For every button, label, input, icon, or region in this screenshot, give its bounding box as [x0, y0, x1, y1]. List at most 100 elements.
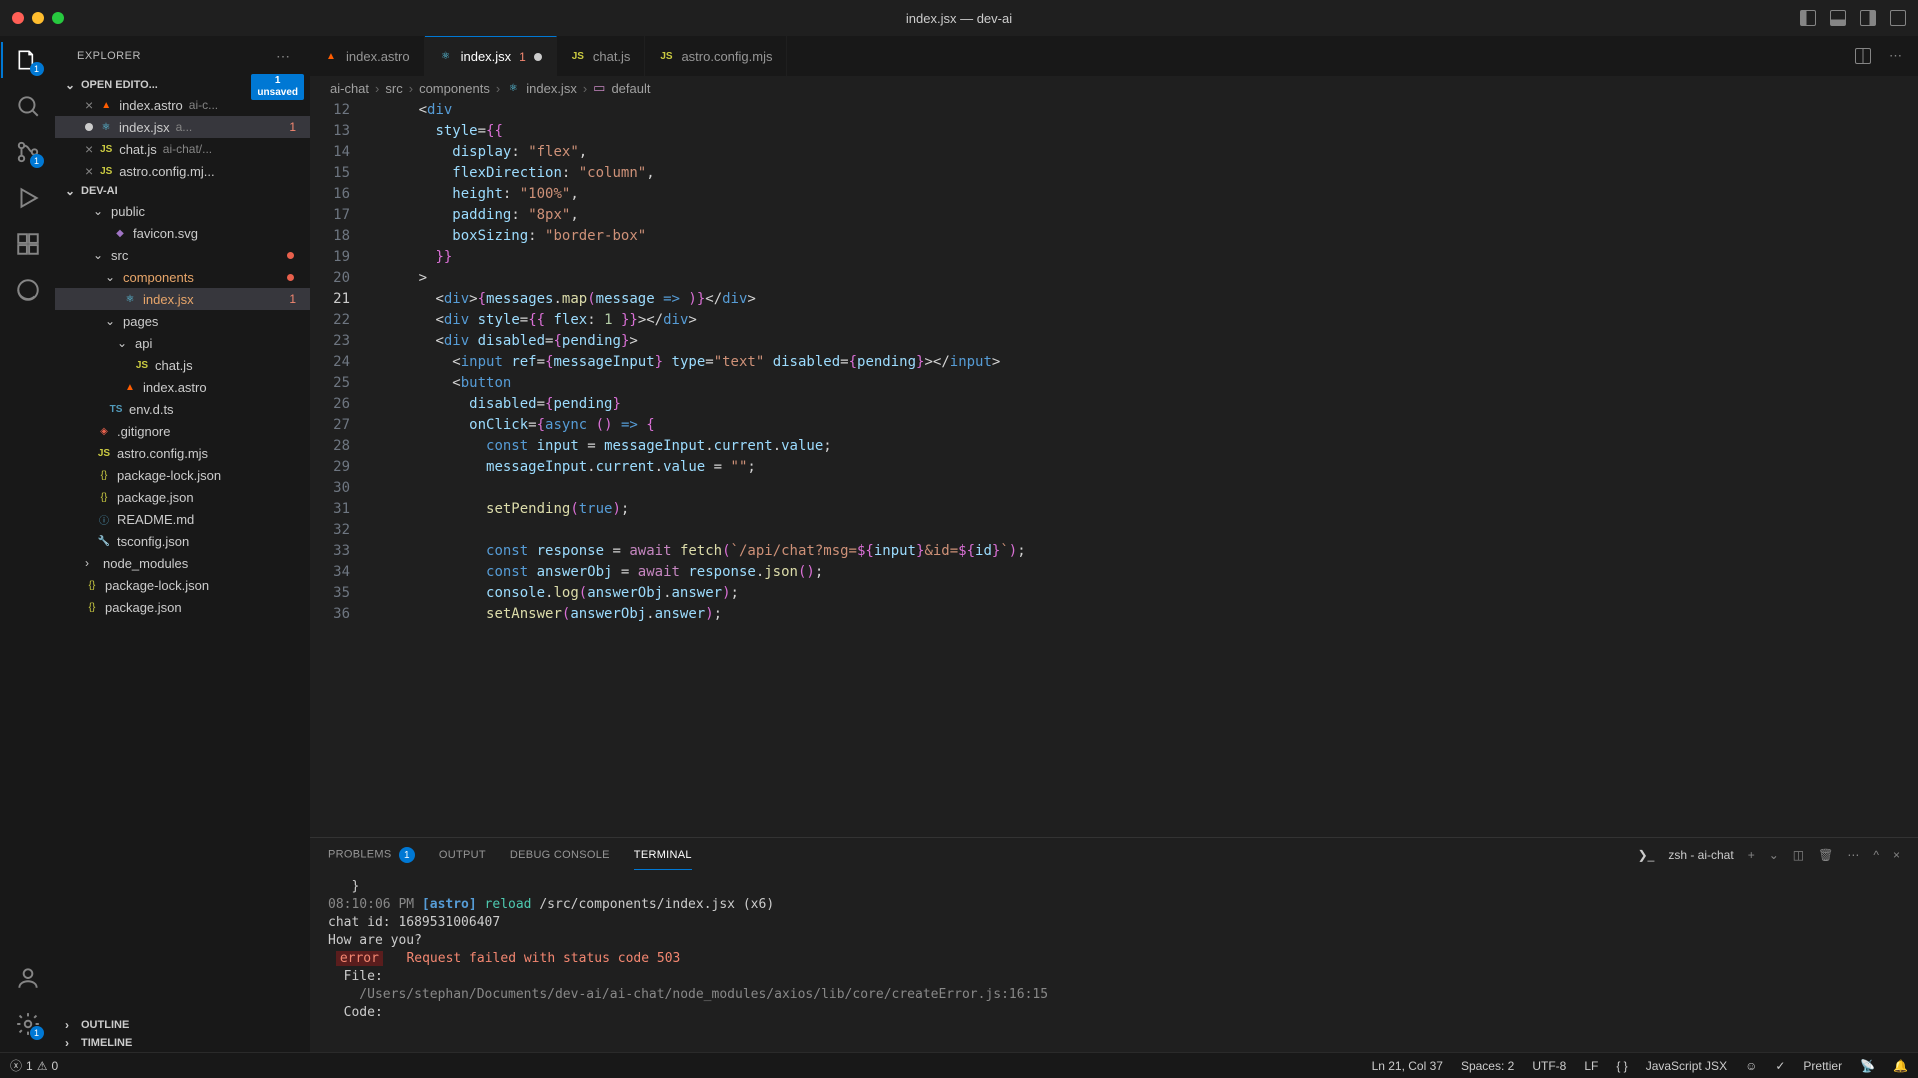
tab-label: index.jsx	[461, 49, 512, 64]
editor-more-icon[interactable]: ⋯	[1889, 48, 1904, 64]
run-debug-icon[interactable]	[14, 184, 42, 212]
tab-chat-js[interactable]: JS chat.js	[557, 36, 646, 76]
terminal-output[interactable]: } 08:10:06 PM [astro] reload /src/compon…	[310, 872, 1918, 1052]
status-copilot-icon[interactable]: ☺	[1745, 1059, 1757, 1073]
toggle-panel-icon[interactable]	[1830, 10, 1846, 26]
file-path-tail: a...	[176, 120, 193, 134]
tree-tsconfig[interactable]: 🔧tsconfig.json	[55, 530, 310, 552]
toggle-primary-sidebar-icon[interactable]	[1800, 10, 1816, 26]
open-editor-config[interactable]: × JS astro.config.mj...	[55, 160, 310, 182]
tree-index-astro[interactable]: ▲index.astro	[55, 376, 310, 398]
new-terminal-icon[interactable]: +	[1748, 848, 1755, 862]
folder-label: pages	[123, 314, 158, 329]
panel-tab-terminal[interactable]: TERMINAL	[634, 841, 692, 870]
terminal-more-icon[interactable]: ⋯	[1847, 848, 1859, 862]
toggle-secondary-sidebar-icon[interactable]	[1860, 10, 1876, 26]
breadcrumb-item[interactable]: components	[419, 81, 490, 96]
terminal-shell-icon[interactable]: ❯_	[1638, 848, 1655, 862]
open-editor-jsx[interactable]: ⚛ index.jsx a... 1	[55, 116, 310, 138]
tree-env-dts[interactable]: TSenv.d.ts	[55, 398, 310, 420]
status-broadcast-icon[interactable]: 📡	[1860, 1059, 1875, 1073]
unsaved-badge: 1 unsaved	[251, 74, 304, 100]
window-title: index.jsx — dev-ai	[906, 11, 1012, 26]
close-window-button[interactable]	[12, 12, 24, 24]
status-cursor-position[interactable]: Ln 21, Col 37	[1372, 1059, 1443, 1073]
panel-tab-problems[interactable]: PROBLEMS 1	[328, 839, 415, 871]
tree-gitignore[interactable]: ◈.gitignore	[55, 420, 310, 442]
open-editors-section[interactable]: ⌄ OPEN EDITO... 1 unsaved	[55, 76, 310, 94]
kill-terminal-icon[interactable]: 🗑	[1818, 848, 1833, 862]
js-file-icon: JS	[99, 142, 113, 156]
edge-tools-icon[interactable]	[14, 276, 42, 304]
tree-astro-config[interactable]: JSastro.config.mjs	[55, 442, 310, 464]
tree-favicon[interactable]: ◆favicon.svg	[55, 222, 310, 244]
tab-index-jsx[interactable]: ⚛ index.jsx 1	[425, 36, 557, 76]
scm-badge: 1	[30, 154, 44, 168]
file-label: .gitignore	[117, 424, 170, 439]
file-label: package.json	[105, 600, 182, 615]
panel-tab-output[interactable]: OUTPUT	[439, 841, 486, 869]
terminal-shell-label[interactable]: zsh - ai-chat	[1668, 848, 1733, 862]
folder-label: api	[135, 336, 152, 351]
maximize-panel-icon[interactable]: ^	[1873, 848, 1879, 862]
tree-src[interactable]: ⌄src	[55, 244, 310, 266]
explorer-more-icon[interactable]: ⋯	[276, 48, 292, 65]
tree-nm2[interactable]: ›node_modules	[55, 552, 310, 574]
timeline-section[interactable]: ›TIMELINE	[55, 1034, 310, 1052]
source-control-icon[interactable]: 1	[14, 138, 42, 166]
search-icon[interactable]	[14, 92, 42, 120]
code-content[interactable]: <div style={{ display: "flex", flexDirec…	[368, 100, 1918, 837]
js-file-icon: JS	[659, 49, 673, 63]
file-path-tail: ai-chat/...	[163, 142, 212, 156]
panel-tab-debug[interactable]: DEBUG CONSOLE	[510, 841, 610, 869]
breadcrumb-item[interactable]: default	[611, 81, 650, 96]
customize-layout-icon[interactable]	[1890, 10, 1906, 26]
status-prettier[interactable]: Prettier	[1803, 1059, 1842, 1073]
code-editor[interactable]: 1213141516171819202122232425262728293031…	[310, 100, 1918, 837]
folder-label: public	[111, 204, 145, 219]
terminal-dropdown-icon[interactable]: ⌄	[1769, 848, 1779, 862]
tree-public[interactable]: ⌄public	[55, 200, 310, 222]
breadcrumb-item[interactable]: index.jsx	[526, 81, 577, 96]
breadcrumb-item[interactable]: src	[385, 81, 402, 96]
split-terminal-icon[interactable]: ◫	[1793, 848, 1804, 862]
status-eol[interactable]: LF	[1584, 1059, 1598, 1073]
tree-pages[interactable]: ⌄pages	[55, 310, 310, 332]
close-icon[interactable]: ×	[85, 141, 93, 157]
explorer-icon[interactable]: 1	[14, 46, 42, 74]
tree-components[interactable]: ⌄components	[55, 266, 310, 288]
tree-pkglock2[interactable]: {}package-lock.json	[55, 574, 310, 596]
tab-index-astro[interactable]: ▲ index.astro	[310, 36, 425, 76]
minimize-window-button[interactable]	[32, 12, 44, 24]
tree-pkg2[interactable]: {}package.json	[55, 596, 310, 618]
breadcrumb[interactable]: ai-chat› src› components› ⚛ index.jsx› ▭…	[310, 76, 1918, 100]
tab-astro-config[interactable]: JS astro.config.mjs	[645, 36, 787, 76]
status-language[interactable]: JavaScript JSX	[1646, 1059, 1727, 1073]
file-label: index.jsx	[119, 120, 170, 135]
breadcrumb-item[interactable]: ai-chat	[330, 81, 369, 96]
tree-chat-js[interactable]: JSchat.js	[55, 354, 310, 376]
tree-index-jsx[interactable]: ⚛index.jsx1	[55, 288, 310, 310]
split-editor-icon[interactable]	[1855, 48, 1871, 64]
settings-gear-icon[interactable]: 1	[14, 1010, 42, 1038]
tree-pkg[interactable]: {}package.json	[55, 486, 310, 508]
tree-readme[interactable]: ⓘREADME.md	[55, 508, 310, 530]
accounts-icon[interactable]	[14, 964, 42, 992]
close-icon[interactable]: ×	[85, 97, 93, 113]
project-section[interactable]: ⌄ DEV-AI	[55, 182, 310, 200]
tree-api[interactable]: ⌄api	[55, 332, 310, 354]
maximize-window-button[interactable]	[52, 12, 64, 24]
tab-error-count: 1	[519, 50, 526, 64]
outline-section[interactable]: ›OUTLINE	[55, 1016, 310, 1034]
open-editor-chatjs[interactable]: × JS chat.js ai-chat/...	[55, 138, 310, 160]
status-encoding[interactable]: UTF-8	[1532, 1059, 1566, 1073]
status-indent[interactable]: Spaces: 2	[1461, 1059, 1514, 1073]
status-problems[interactable]: ⓧ1 ⚠0	[10, 1057, 58, 1074]
status-bell-icon[interactable]: 🔔	[1893, 1059, 1908, 1073]
close-panel-icon[interactable]: ×	[1893, 848, 1900, 862]
git-modified-dot-icon	[287, 274, 294, 281]
project-label: DEV-AI	[81, 185, 118, 197]
tree-pkglock[interactable]: {}package-lock.json	[55, 464, 310, 486]
close-icon[interactable]: ×	[85, 163, 93, 179]
extensions-icon[interactable]	[14, 230, 42, 258]
